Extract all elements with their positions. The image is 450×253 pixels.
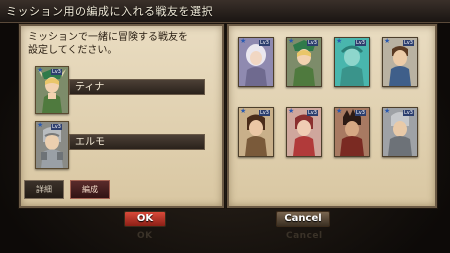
level-badge: Lv3	[259, 110, 270, 116]
instruction-line-2: 設定してください。	[28, 45, 118, 56]
star-icon: ★	[240, 37, 247, 45]
companion-card-6[interactable]: ★ Lv3	[286, 107, 322, 157]
level-badge: Lv3	[355, 40, 366, 46]
star-icon: ★	[336, 107, 343, 115]
tab-strip: 詳細 編成	[24, 180, 214, 200]
star-icon: ★	[240, 107, 247, 115]
portrait-elmo[interactable]: ★ Lv3	[35, 121, 69, 169]
tab-formation[interactable]: 編成	[70, 180, 110, 199]
companion-card-7[interactable]: ★ Lv3	[334, 107, 370, 157]
companion-card-8[interactable]: ★ Lv3	[382, 107, 418, 157]
star-icon: ★	[384, 37, 391, 45]
level-badge: Lv3	[259, 40, 270, 46]
level-badge: Lv3	[355, 110, 366, 116]
star-icon: ★	[384, 107, 391, 115]
party-member-name: ティナ	[69, 79, 205, 95]
cancel-button[interactable]: Cancel	[276, 211, 330, 227]
level-badge: Lv3	[51, 69, 62, 75]
level-badge: Lv3	[51, 124, 62, 130]
star-icon: ★	[288, 107, 295, 115]
star-icon: ★	[37, 66, 44, 74]
star-icon: ★	[336, 37, 343, 45]
level-badge: Lv3	[403, 110, 414, 116]
instruction-line-1: ミッションで一緒に冒険する戦友を	[28, 32, 188, 43]
companion-grid: ★ Lv3 ★ Lv3 ★ Lv3 ★ Lv3 ★ Lv3 ★ Lv3 ★ Lv…	[238, 35, 428, 195]
portrait-tina[interactable]: ★ Lv3	[35, 66, 69, 114]
ok-button[interactable]: OK	[124, 211, 166, 227]
party-member-name: エルモ	[69, 134, 205, 150]
level-badge: Lv3	[403, 40, 414, 46]
star-icon: ★	[288, 37, 295, 45]
level-badge: Lv3	[307, 110, 318, 116]
game-screen: ミッション用の編成に入れる戦友を選択 ミッションで一緒に冒険する戦友を 設定して…	[0, 0, 450, 253]
cancel-button-reflection: Cancel	[286, 231, 323, 241]
level-badge: Lv3	[307, 40, 318, 46]
companion-card-3[interactable]: ★ Lv3	[334, 37, 370, 87]
page-title: ミッション用の編成に入れる戦友を選択	[6, 5, 213, 18]
companion-card-5[interactable]: ★ Lv3	[238, 107, 274, 157]
companion-card-1[interactable]: ★ Lv3	[238, 37, 274, 87]
ok-button-reflection: OK	[137, 231, 153, 241]
star-icon: ★	[37, 121, 44, 129]
title-bar: ミッション用の編成に入れる戦友を選択	[0, 0, 450, 23]
companion-card-2[interactable]: ★ Lv3	[286, 37, 322, 87]
companion-card-4[interactable]: ★ Lv3	[382, 37, 418, 87]
party-slot-1[interactable]: ★ Lv3 ティナ	[35, 66, 220, 116]
companion-list-panel: ★ Lv3 ★ Lv3 ★ Lv3 ★ Lv3 ★ Lv3 ★ Lv3 ★ Lv…	[227, 24, 437, 208]
instruction-text: ミッションで一緒に冒険する戦友を 設定してください。	[28, 31, 216, 57]
party-slot-2[interactable]: ★ Lv3 エルモ	[35, 121, 220, 171]
tab-detail[interactable]: 詳細	[24, 180, 64, 199]
